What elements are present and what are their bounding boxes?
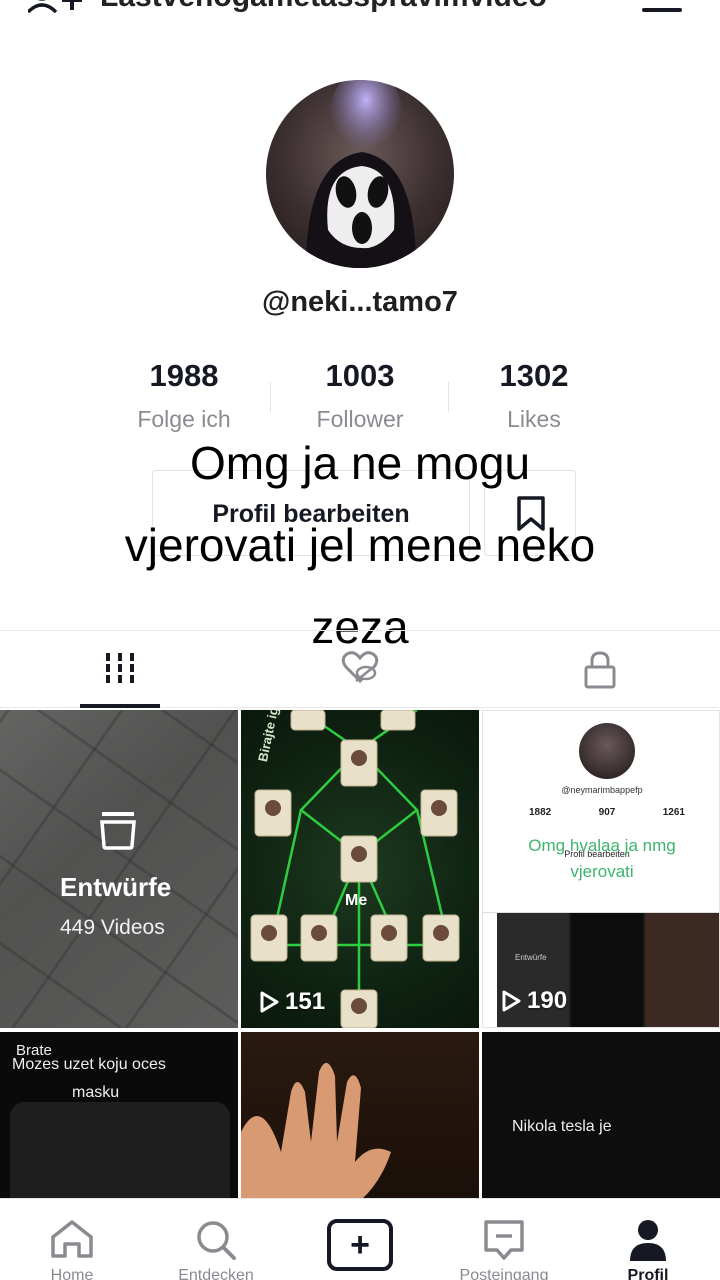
stat-following-value: 1988 bbox=[149, 358, 219, 393]
overlay-text: Nikola tesla je bbox=[512, 1118, 612, 1135]
play-icon bbox=[502, 990, 521, 1012]
view-count-value: 151 bbox=[285, 988, 326, 1015]
drafts-count: 449 Videos bbox=[60, 916, 165, 939]
hamburger-icon[interactable] bbox=[640, 0, 686, 14]
search-icon bbox=[197, 1221, 236, 1260]
tab-videos[interactable] bbox=[0, 631, 240, 709]
drafts-tile[interactable]: Entwürfe 449 Videos bbox=[0, 710, 238, 1028]
mini-tabs bbox=[483, 891, 719, 913]
mini-avatar bbox=[579, 723, 635, 779]
lock-icon bbox=[584, 651, 616, 689]
football-lineup-image bbox=[250, 710, 460, 1028]
nav-inbox[interactable]: Posteingang bbox=[432, 1199, 576, 1280]
mini-stat: 1261 bbox=[662, 807, 685, 818]
view-count: 151 bbox=[259, 988, 325, 1016]
top-bar: Lastvenogametasspravimvideo bbox=[0, 0, 720, 18]
thumbnail-object bbox=[10, 1102, 230, 1200]
stat-likes-value: 1302 bbox=[499, 358, 569, 393]
view-count: 190 bbox=[501, 987, 567, 1015]
mini-username: @neymarimbappefp bbox=[561, 785, 643, 795]
bottom-navigation: Home Entdecken + Posteingang Profil bbox=[0, 1198, 720, 1280]
mini-cell bbox=[571, 913, 643, 1027]
add-user-icon[interactable] bbox=[28, 0, 88, 16]
nav-home-label: Home bbox=[50, 1267, 94, 1280]
profile-username: @neki...tamo7 bbox=[262, 286, 458, 318]
mini-caption: Omg hvalaa ja nmg vjerovati bbox=[483, 833, 719, 885]
mini-drafts-label: Entwürfe bbox=[515, 953, 547, 962]
mini-caption-line: Omg hvalaa ja nmg bbox=[528, 836, 676, 855]
nav-profile-label: Profil bbox=[627, 1267, 669, 1280]
create-icon: + bbox=[327, 1219, 393, 1271]
overlay-text: Mozes uzet koju oces bbox=[12, 1056, 166, 1073]
video-thumbnail[interactable]: @neymarimbappefp 1882 907 1261 Profil be… bbox=[482, 710, 720, 1028]
nav-discover-label: Entdecken bbox=[178, 1267, 254, 1280]
tab-liked[interactable] bbox=[240, 631, 480, 709]
play-icon bbox=[260, 991, 279, 1013]
tab-private[interactable] bbox=[480, 631, 720, 709]
mini-caption-line: vjerovati bbox=[570, 862, 634, 881]
caption-line: vjerovati jel mene neko bbox=[124, 519, 596, 571]
nav-discover[interactable]: Entdecken bbox=[144, 1199, 288, 1280]
profile-tabs bbox=[0, 630, 720, 708]
mini-stat: 907 bbox=[598, 807, 616, 818]
ghostface-mask-image bbox=[306, 80, 416, 268]
profile-icon bbox=[630, 1220, 666, 1261]
video-thumbnail[interactable]: Nikola tesla je bbox=[482, 1032, 720, 1200]
nav-inbox-label: Posteingang bbox=[459, 1267, 549, 1280]
hidden-likes-icon bbox=[341, 651, 379, 684]
drafts-label: Entwürfe bbox=[60, 872, 172, 902]
video-thumbnail[interactable] bbox=[241, 1032, 479, 1200]
overlay-text: masku bbox=[72, 1084, 120, 1101]
tile-shade bbox=[0, 710, 238, 1028]
drafts-icon bbox=[100, 812, 136, 850]
view-count-value: 190 bbox=[527, 987, 568, 1014]
overlay-text: Me bbox=[345, 892, 368, 909]
grid-icon bbox=[106, 653, 134, 683]
stat-followers-value: 1003 bbox=[325, 358, 395, 393]
nav-home[interactable]: Home bbox=[0, 1199, 144, 1280]
nav-create[interactable]: + bbox=[288, 1199, 432, 1280]
active-tab-indicator bbox=[80, 704, 160, 708]
mini-stat: 1882 bbox=[529, 807, 552, 818]
inbox-icon bbox=[484, 1220, 524, 1260]
home-icon bbox=[51, 1220, 93, 1258]
caption-line: Omg ja ne mogu bbox=[189, 437, 531, 489]
video-thumbnail[interactable]: Birajte igra Me 151 bbox=[241, 710, 479, 1028]
account-switcher-title[interactable]: Lastvenogametasspravimvideo bbox=[100, 0, 600, 14]
mini-stats: 1882 907 1261 bbox=[529, 807, 685, 818]
profile-avatar[interactable] bbox=[266, 80, 454, 268]
mini-cell bbox=[645, 913, 719, 1027]
video-grid: Entwürfe 449 Videos Birajte igra Me 151 … bbox=[0, 710, 720, 1200]
nav-profile[interactable]: Profil bbox=[576, 1199, 720, 1280]
video-thumbnail[interactable]: Brate Mozes uzet koju oces masku bbox=[0, 1032, 238, 1200]
hand-image bbox=[241, 1062, 391, 1200]
